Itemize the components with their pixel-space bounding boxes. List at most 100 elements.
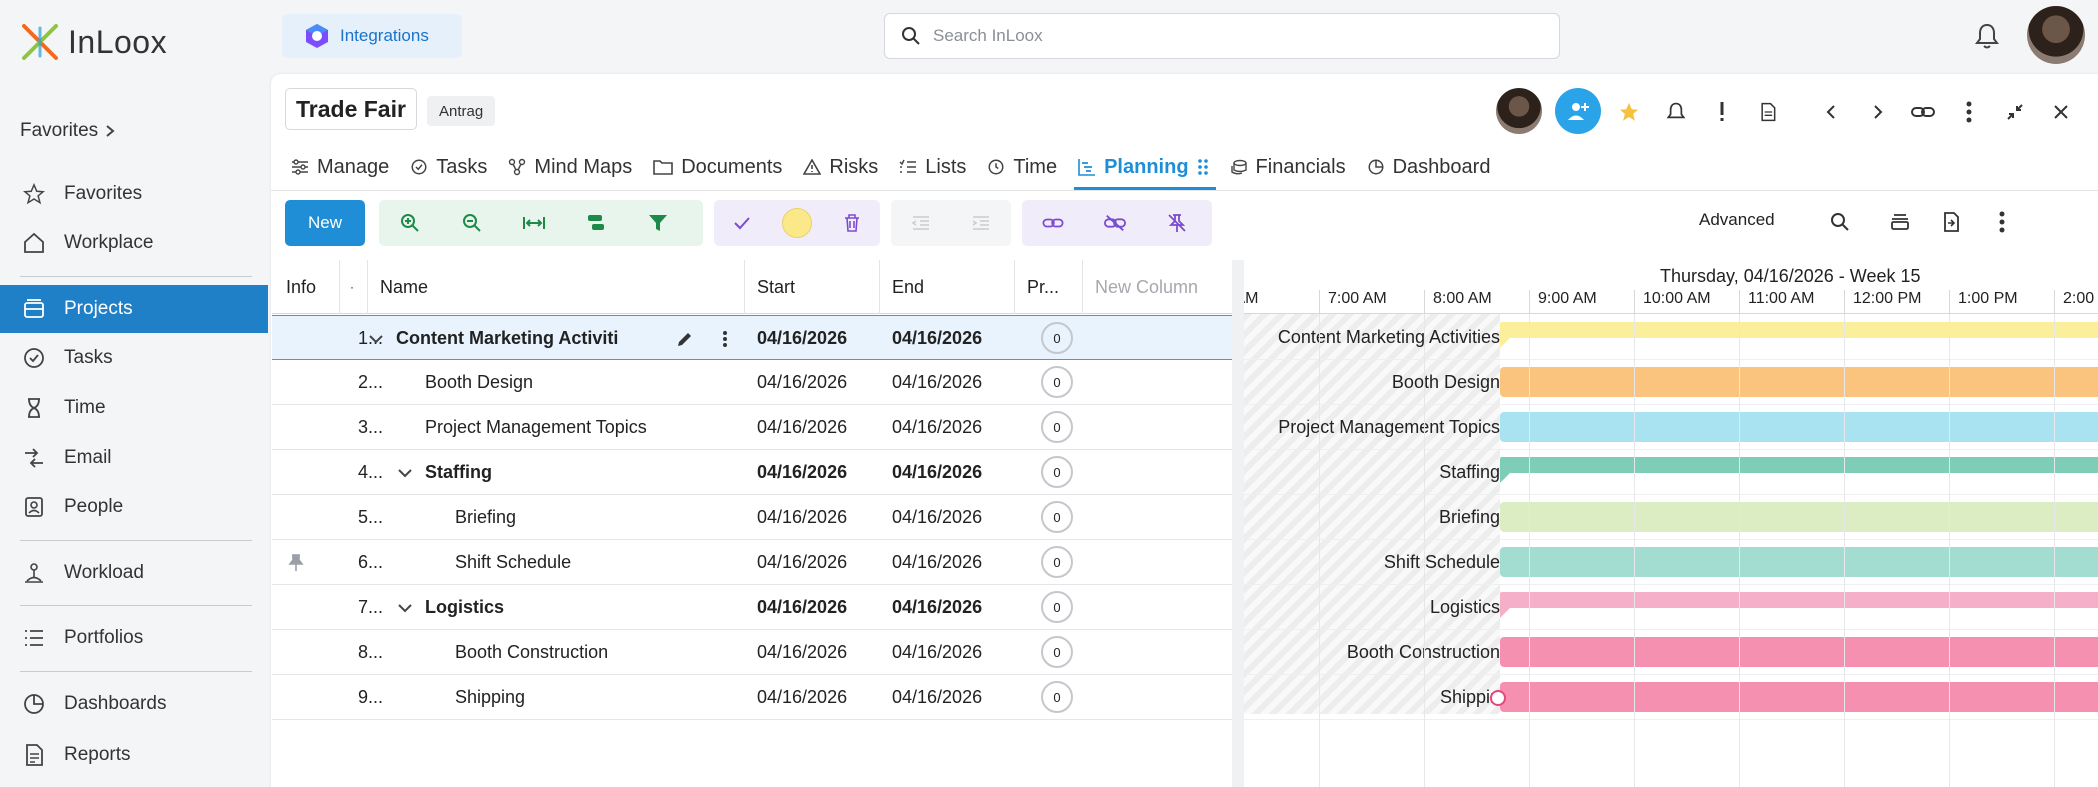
sidebar-item-workload[interactable]: Workload: [0, 549, 268, 597]
start-date[interactable]: 04/16/2026: [757, 495, 847, 540]
color-picker-button[interactable]: [769, 200, 824, 246]
table-row[interactable]: 5... Briefing 04/16/2026 04/16/2026 0: [272, 495, 1232, 540]
tab-financials[interactable]: Financials: [1226, 144, 1363, 190]
search-icon[interactable]: [1820, 202, 1860, 242]
progress-value[interactable]: 0: [1041, 636, 1073, 668]
tab-mind-maps[interactable]: Mind Maps: [504, 144, 649, 190]
progress-value[interactable]: 0: [1041, 546, 1073, 578]
chevron-down-icon[interactable]: [397, 585, 413, 630]
end-date[interactable]: 04/16/2026: [892, 540, 982, 585]
column-header-new-column[interactable]: New Column: [1083, 260, 1232, 314]
end-date[interactable]: 04/16/2026: [892, 495, 982, 540]
outdent-button[interactable]: [891, 200, 951, 246]
task-name[interactable]: Shift Schedule: [455, 540, 571, 585]
gantt-summary-bar[interactable]: [1500, 322, 2098, 338]
new-button[interactable]: New: [285, 200, 365, 246]
gantt-summary-bar[interactable]: [1500, 457, 2098, 473]
sidebar-item-favorites[interactable]: Favorites: [0, 170, 268, 218]
tab-manage[interactable]: Manage: [287, 144, 406, 190]
progress-value[interactable]: 0: [1041, 501, 1073, 533]
start-date[interactable]: 04/16/2026: [757, 360, 847, 405]
progress-value[interactable]: 0: [1041, 366, 1073, 398]
sidebar-item-tasks[interactable]: Tasks: [0, 334, 268, 382]
gantt-summary-bar[interactable]: [1500, 592, 2098, 608]
start-date[interactable]: 04/16/2026: [757, 585, 847, 630]
priority-icon[interactable]: [1702, 92, 1742, 132]
status-badge[interactable]: Antrag: [427, 96, 496, 126]
row-menu-icon[interactable]: [722, 316, 728, 361]
task-name[interactable]: Briefing: [455, 495, 516, 540]
baseline-icon[interactable]: [1880, 202, 1920, 242]
sidebar-item-reports[interactable]: Reports: [0, 731, 268, 779]
inloox-logo[interactable]: InLoox: [20, 22, 167, 62]
start-date[interactable]: 04/16/2026: [757, 316, 847, 361]
start-date[interactable]: 04/16/2026: [757, 405, 847, 450]
report-icon[interactable]: [1748, 92, 1788, 132]
sidebar-item-time[interactable]: Time: [0, 384, 268, 432]
gantt-task-bar[interactable]: [1500, 367, 2098, 397]
end-date[interactable]: 04/16/2026: [892, 360, 982, 405]
global-search-input[interactable]: Search InLoox: [884, 13, 1560, 59]
column-header-progress[interactable]: Pr...: [1015, 260, 1083, 314]
column-header-number[interactable]: ·: [340, 260, 368, 314]
tab-tasks[interactable]: Tasks: [406, 144, 504, 190]
sidebar-item-workplace[interactable]: Workplace: [0, 219, 268, 267]
task-name[interactable]: Logistics: [425, 585, 504, 630]
tab-dashboard[interactable]: Dashboard: [1363, 144, 1508, 190]
end-date[interactable]: 04/16/2026: [892, 405, 982, 450]
gantt-task-bar[interactable]: [1500, 412, 2098, 442]
tab-planning[interactable]: Planning: [1074, 144, 1225, 190]
gantt-task-bar[interactable]: [1500, 637, 2098, 667]
tab-documents[interactable]: Documents: [649, 144, 799, 190]
progress-value[interactable]: 0: [1041, 681, 1073, 713]
column-header-end[interactable]: End: [880, 260, 1015, 314]
task-name[interactable]: Content Marketing Activiti: [396, 316, 618, 361]
tab-lists[interactable]: Lists: [895, 144, 983, 190]
chevron-right-icon[interactable]: [1858, 92, 1898, 132]
table-row[interactable]: 8... Booth Construction 04/16/2026 04/16/20…: [272, 630, 1232, 675]
delete-button[interactable]: [824, 200, 879, 246]
start-date[interactable]: 04/16/2026: [757, 540, 847, 585]
link-tasks-button[interactable]: [1022, 200, 1084, 246]
task-name[interactable]: Booth Construction: [455, 630, 608, 675]
close-icon[interactable]: [2041, 92, 2081, 132]
notifications-bell-icon[interactable]: [1974, 22, 2000, 50]
table-row[interactable]: 1... Content Marketing Activiti 04/16/2026…: [272, 315, 1232, 360]
end-date[interactable]: 04/16/2026: [892, 316, 982, 361]
sidebar-item-email[interactable]: Email: [0, 434, 268, 482]
gantt-task-bar[interactable]: [1500, 502, 2098, 532]
task-name[interactable]: Shipping: [455, 675, 525, 720]
chevron-down-icon[interactable]: [397, 450, 413, 495]
sidebar-item-projects[interactable]: Projects: [0, 285, 268, 333]
chevron-left-icon[interactable]: [1811, 92, 1851, 132]
more-vertical-icon[interactable]: [1982, 202, 2022, 242]
layout-button[interactable]: [565, 200, 627, 246]
fit-width-button[interactable]: [503, 200, 565, 246]
table-row[interactable]: 3... Project Management Topics 04/16/2026 0…: [272, 405, 1232, 450]
edit-icon[interactable]: [676, 316, 694, 361]
table-row[interactable]: 2... Booth Design 04/16/2026 04/16/2026 0: [272, 360, 1232, 405]
more-vertical-icon[interactable]: [1949, 92, 1989, 132]
mark-done-button[interactable]: [714, 200, 769, 246]
table-row[interactable]: 4... Staffing 04/16/2026 04/16/2026 0: [272, 450, 1232, 495]
progress-value[interactable]: 0: [1041, 591, 1073, 623]
dependency-handle[interactable]: [1490, 690, 1506, 706]
table-row[interactable]: 9... Shipping 04/16/2026 04/16/2026 0: [272, 675, 1232, 720]
pane-splitter[interactable]: [1232, 260, 1244, 787]
column-header-info[interactable]: Info: [272, 260, 340, 314]
bell-icon[interactable]: [1656, 92, 1696, 132]
progress-value[interactable]: 0: [1041, 456, 1073, 488]
column-header-name[interactable]: Name: [368, 260, 745, 314]
export-icon[interactable]: [1931, 202, 1971, 242]
end-date[interactable]: 04/16/2026: [892, 675, 982, 720]
collapse-icon[interactable]: [1995, 92, 2035, 132]
sidebar-item-dashboards[interactable]: Dashboards: [0, 680, 268, 728]
zoom-in-button[interactable]: [379, 200, 441, 246]
link-icon[interactable]: [1903, 92, 1943, 132]
task-name[interactable]: Project Management Topics: [425, 405, 647, 450]
start-date[interactable]: 04/16/2026: [757, 450, 847, 495]
favorite-star-icon[interactable]: [1609, 92, 1649, 132]
pin-icon[interactable]: [288, 540, 304, 585]
favorites-header[interactable]: Favorites: [20, 120, 116, 142]
end-date[interactable]: 04/16/2026: [892, 585, 982, 630]
